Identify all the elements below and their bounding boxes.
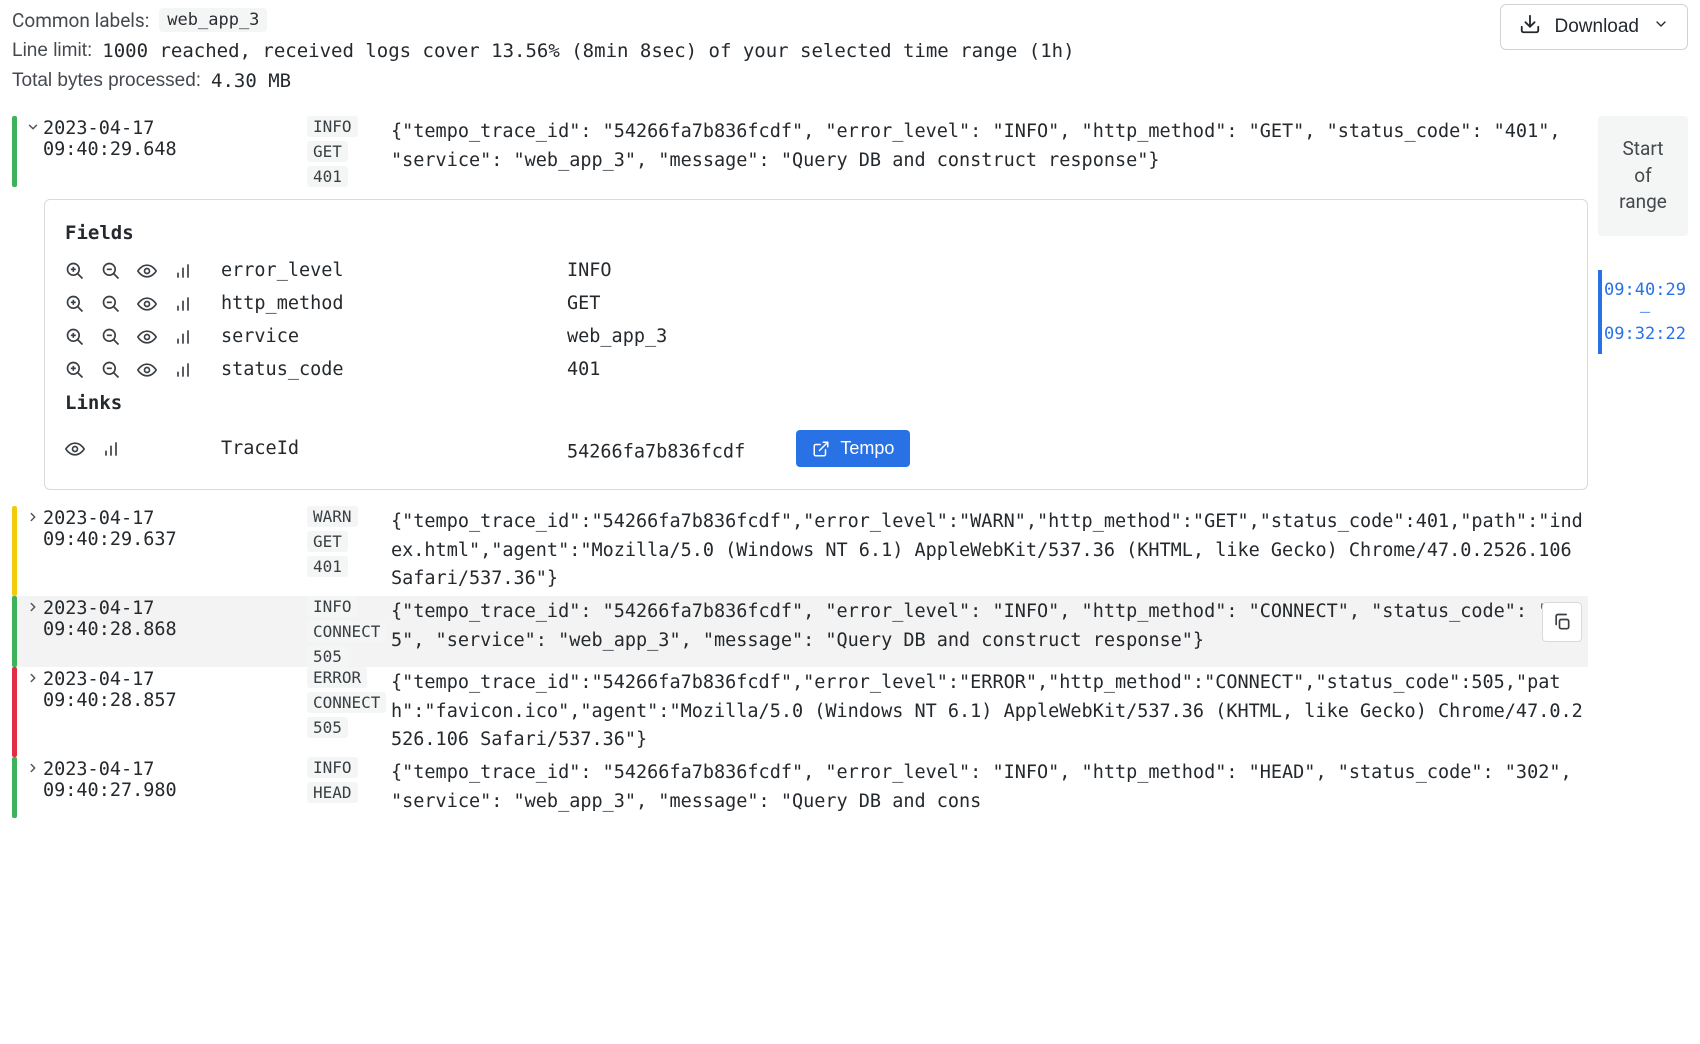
eye-icon[interactable] [65,439,85,459]
log-row[interactable]: 2023-04-17 09:40:29.648 INFO GET 401 {"tem… [12,116,1588,187]
download-icon [1519,13,1541,41]
field-value: 401 [567,359,1567,380]
chevron-down-icon [1653,16,1669,38]
log-tag: GET [307,141,348,162]
common-label-chip[interactable]: web_app_3 [159,8,267,32]
chevron-right-icon[interactable] [25,596,41,619]
log-body: {"tempo_trace_id": "54266fa7b836fcdf", "… [387,596,1588,657]
bytes-value: 4.30 MB [211,70,291,92]
timeline-marker: 09:40:29 — 09:32:22 [1598,270,1688,354]
zoom-in-icon[interactable] [65,294,85,314]
log-tag: WARN [307,506,358,527]
log-tags: ERROR CONNECT 505 [301,667,387,738]
log-timestamp: 2023-04-17 09:40:28.857 [41,667,301,713]
common-labels-label: Common labels: [12,9,149,32]
log-row[interactable]: 2023-04-17 09:40:28.857 ERRORCONNECT505 … [12,667,1588,757]
log-tags: INFO HEAD [301,757,387,803]
chevron-right-icon[interactable] [25,667,41,690]
log-timestamp: 2023-04-17 09:40:29.637 [41,506,301,552]
level-indicator [12,757,17,818]
level-indicator [12,506,17,596]
line-limit-value: 1000 reached, received logs cover 13.56%… [102,40,1074,62]
stats-icon[interactable] [173,327,193,347]
log-body: {"tempo_trace_id":"54266fa7b836fcdf","er… [387,506,1588,596]
log-tag: 505 [307,646,348,667]
field-key: http_method [221,293,561,314]
link-value: 54266fa7b836fcdf Tempo [567,430,1567,467]
field-key: service [221,326,561,347]
level-indicator [12,116,17,187]
log-tags: INFO CONNECT 505 [301,596,387,667]
log-timestamp: 2023-04-17 09:40:29.648 [41,116,301,162]
link-key: TraceId [221,438,561,459]
log-tag: INFO [307,757,358,778]
fields-heading: Fields [65,222,1567,244]
download-label: Download [1555,16,1640,38]
zoom-out-icon[interactable] [101,261,121,281]
field-row: error_level INFO [65,254,1567,287]
field-value: web_app_3 [567,326,1567,347]
tempo-button[interactable]: Tempo [796,430,910,467]
log-timestamp: 2023-04-17 09:40:27.980 [41,757,301,803]
log-tag: HEAD [307,782,358,803]
field-row: service web_app_3 [65,320,1567,353]
eye-icon[interactable] [137,261,157,281]
log-body: {"tempo_trace_id": "54266fa7b836fcdf", "… [387,757,1588,818]
field-value: GET [567,293,1567,314]
log-tags: WARN GET 401 [301,506,387,577]
tempo-label: Tempo [840,438,894,459]
field-row: status_code 401 [65,353,1567,386]
eye-icon[interactable] [137,294,157,314]
start-of-range-badge: Start of range [1598,116,1688,236]
zoom-in-icon[interactable] [65,327,85,347]
log-tag: CONNECT [307,621,386,642]
zoom-out-icon[interactable] [101,294,121,314]
log-tag: CONNECT [307,692,386,713]
log-tag: INFO [307,596,358,617]
log-body: {"tempo_trace_id":"54266fa7b836fcdf","er… [387,667,1588,757]
chevron-down-icon[interactable] [25,116,41,139]
log-row[interactable]: 2023-04-17 09:40:28.868 INFO CONNECT 505 {… [12,596,1588,667]
copy-button[interactable] [1542,602,1582,642]
zoom-out-icon[interactable] [101,327,121,347]
download-button[interactable]: Download [1500,4,1689,50]
field-value: INFO [567,260,1567,281]
chevron-right-icon[interactable] [25,757,41,780]
link-row: TraceId 54266fa7b836fcdf Tempo [65,424,1567,473]
log-row[interactable]: 2023-04-17 09:40:27.980 INFO HEAD {"tempo… [12,757,1588,818]
stats-icon[interactable] [173,261,193,281]
log-row[interactable]: 2023-04-17 09:40:29.637 WARN GET 401 {"tem… [12,506,1588,596]
field-key: status_code [221,359,561,380]
eye-icon[interactable] [137,327,157,347]
stats-icon[interactable] [173,294,193,314]
log-tag: ERROR [307,667,367,688]
zoom-in-icon[interactable] [65,360,85,380]
bytes-label: Total bytes processed: [12,70,201,92]
log-tag: 401 [307,556,348,577]
line-limit-label: Line limit: [12,40,92,62]
stats-icon[interactable] [173,360,193,380]
links-heading: Links [65,392,1567,414]
chevron-right-icon[interactable] [25,506,41,529]
log-body: {"tempo_trace_id": "54266fa7b836fcdf", "… [387,116,1588,177]
field-key: error_level [221,260,561,281]
log-tag: 401 [307,166,348,187]
level-indicator [12,667,17,757]
level-indicator [12,596,17,667]
log-tag: INFO [307,116,358,137]
field-row: http_method GET [65,287,1567,320]
log-details-panel: Fields error_level INFO http_method GET … [44,199,1588,490]
zoom-out-icon[interactable] [101,360,121,380]
eye-icon[interactable] [137,360,157,380]
log-timestamp: 2023-04-17 09:40:28.868 [41,596,301,642]
stats-icon[interactable] [101,439,121,459]
log-tag: GET [307,531,348,552]
zoom-in-icon[interactable] [65,261,85,281]
log-tag: 505 [307,717,348,738]
log-tags: INFO GET 401 [301,116,387,187]
